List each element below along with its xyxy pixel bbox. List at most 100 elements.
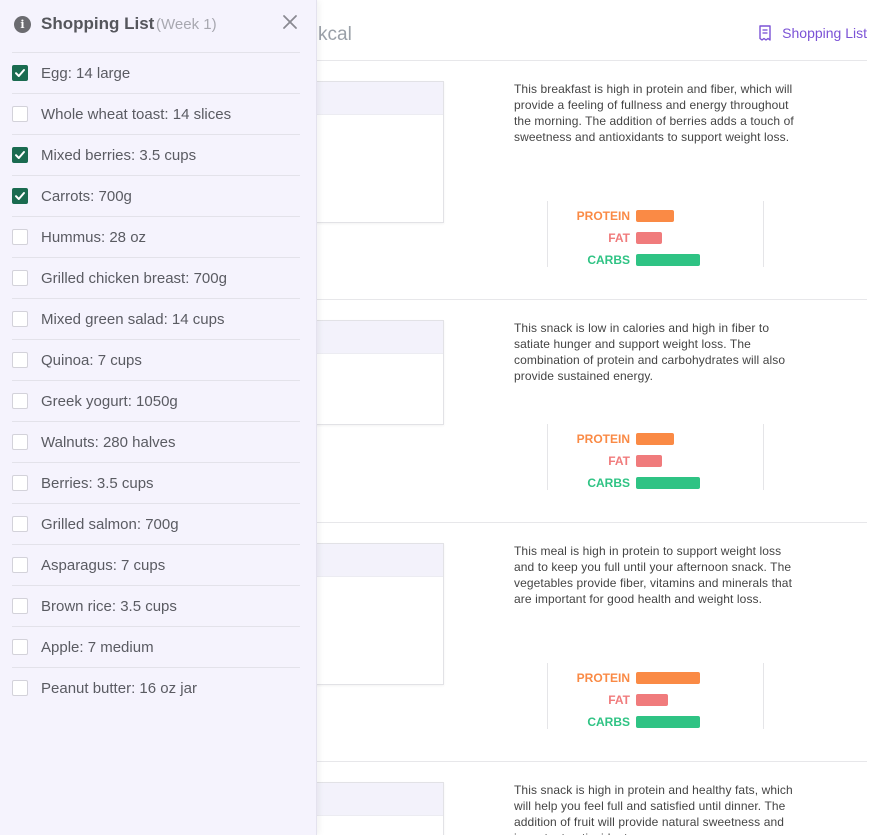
item-checkbox[interactable] <box>12 65 28 81</box>
shopping-list-item[interactable]: Hummus: 28 oz <box>12 216 300 257</box>
item-label: Brown rice: 3.5 cups <box>41 597 177 615</box>
shopping-list-header: i Shopping List (Week 1) <box>0 0 317 52</box>
checkmark-icon <box>15 192 25 200</box>
item-checkbox[interactable] <box>12 680 28 696</box>
checkmark-icon <box>15 69 25 77</box>
item-label: Egg: 14 large <box>41 64 131 82</box>
shopping-list-item[interactable]: Greek yogurt: 1050g <box>12 380 300 421</box>
meal-card[interactable] <box>300 320 444 425</box>
fat-bar <box>636 232 662 244</box>
item-checkbox[interactable] <box>12 106 28 122</box>
meal-card[interactable] <box>300 81 444 223</box>
meal-divider <box>300 761 867 762</box>
item-label: Greek yogurt: 1050g <box>41 392 178 410</box>
shopping-list-item[interactable]: Asparagus: 7 cups <box>12 544 300 585</box>
fat-label: FAT <box>608 454 630 468</box>
macro-row-carbs: CARBS <box>548 252 765 268</box>
item-checkbox[interactable] <box>12 270 28 286</box>
shopping-list-item[interactable]: Apple: 7 medium <box>12 626 300 667</box>
shopping-list-item[interactable]: Whole wheat toast: 14 slices <box>12 93 300 134</box>
carbs-bar <box>636 477 700 489</box>
fat-label: FAT <box>608 693 630 707</box>
shopping-list-item[interactable]: Mixed berries: 3.5 cups <box>12 134 300 175</box>
close-icon[interactable] <box>281 13 299 31</box>
shopping-list-title: Shopping List <box>41 14 155 33</box>
macro-row-fat: FAT <box>548 230 765 246</box>
macro-chart: PROTEIN FAT CARBS <box>547 424 764 490</box>
protein-label: PROTEIN <box>576 209 630 223</box>
item-label: Walnuts: 280 halves <box>41 433 176 451</box>
item-checkbox[interactable] <box>12 352 28 368</box>
shopping-list-item[interactable]: Quinoa: 7 cups <box>12 339 300 380</box>
meal-card[interactable] <box>300 543 444 685</box>
macro-row-carbs: CARBS <box>548 475 765 491</box>
item-label: Mixed berries: 3.5 cups <box>41 146 197 164</box>
info-icon[interactable]: i <box>14 16 31 33</box>
item-label: Grilled salmon: 700g <box>41 515 179 533</box>
header-divider <box>300 60 867 61</box>
meal-description: This snack is high in protein and health… <box>514 783 793 835</box>
shopping-list-item[interactable]: Berries: 3.5 cups <box>12 462 300 503</box>
item-label: Whole wheat toast: 14 slices <box>41 105 232 123</box>
shopping-list-item[interactable]: Carrots: 700g <box>12 175 300 216</box>
meal-divider <box>300 522 867 523</box>
macro-row-protein: PROTEIN <box>548 431 765 447</box>
macro-row-protein: PROTEIN <box>548 670 765 686</box>
shopping-list-item[interactable]: Brown rice: 3.5 cups <box>12 585 300 626</box>
item-checkbox[interactable] <box>12 516 28 532</box>
macro-chart: PROTEIN FAT CARBS <box>547 201 764 267</box>
meal-card-header <box>300 82 443 115</box>
shopping-list-item[interactable]: Egg: 14 large <box>12 52 300 93</box>
item-checkbox[interactable] <box>12 475 28 491</box>
carbs-label: CARBS <box>587 715 630 729</box>
checkmark-icon <box>15 151 25 159</box>
macro-row-protein: PROTEIN <box>548 208 765 224</box>
receipt-icon <box>759 25 771 41</box>
macro-row-carbs: CARBS <box>548 714 765 730</box>
item-label: Mixed green salad: 14 cups <box>41 310 225 328</box>
item-checkbox[interactable] <box>12 393 28 409</box>
meal-card[interactable] <box>300 782 444 835</box>
week-label: (Week 1) <box>156 16 217 33</box>
protein-bar <box>636 672 700 684</box>
fat-bar <box>636 694 668 706</box>
carbs-bar <box>636 716 700 728</box>
item-label: Apple: 7 medium <box>41 638 154 656</box>
item-checkbox[interactable] <box>12 598 28 614</box>
meal-card-header <box>300 321 443 354</box>
shopping-list-item[interactable]: Grilled salmon: 700g <box>12 503 300 544</box>
item-checkbox[interactable] <box>12 147 28 163</box>
item-checkbox[interactable] <box>12 188 28 204</box>
meal-card-header <box>300 783 443 816</box>
shopping-list-item[interactable]: Peanut butter: 16 oz jar <box>12 667 300 708</box>
item-checkbox[interactable] <box>12 311 28 327</box>
protein-bar <box>636 210 674 222</box>
carbs-label: CARBS <box>587 476 630 490</box>
app-root: kcal Shopping List This breakfast is hig… <box>0 0 888 835</box>
protein-label: PROTEIN <box>576 671 630 685</box>
meal-divider <box>300 299 867 300</box>
item-label: Carrots: 700g <box>41 187 132 205</box>
fat-label: FAT <box>608 231 630 245</box>
kcal-text: kcal <box>318 24 352 45</box>
fat-bar <box>636 455 662 467</box>
item-label: Quinoa: 7 cups <box>41 351 142 369</box>
item-checkbox[interactable] <box>12 557 28 573</box>
macro-row-fat: FAT <box>548 692 765 708</box>
item-checkbox[interactable] <box>12 639 28 655</box>
shopping-list-item[interactable]: Walnuts: 280 halves <box>12 421 300 462</box>
item-label: Hummus: 28 oz <box>41 228 147 246</box>
shopping-list-item[interactable]: Mixed green salad: 14 cups <box>12 298 300 339</box>
item-label: Grilled chicken breast: 700g <box>41 269 227 287</box>
shopping-list-link[interactable]: Shopping List <box>756 24 867 42</box>
item-label: Asparagus: 7 cups <box>41 556 166 574</box>
item-checkbox[interactable] <box>12 229 28 245</box>
protein-bar <box>636 433 674 445</box>
item-label: Peanut butter: 16 oz jar <box>41 679 197 697</box>
protein-label: PROTEIN <box>576 432 630 446</box>
carbs-bar <box>636 254 700 266</box>
item-checkbox[interactable] <box>12 434 28 450</box>
meal-description: This breakfast is high in protein and fi… <box>514 82 794 144</box>
shopping-list-item[interactable]: Grilled chicken breast: 700g <box>12 257 300 298</box>
item-label: Berries: 3.5 cups <box>41 474 154 492</box>
